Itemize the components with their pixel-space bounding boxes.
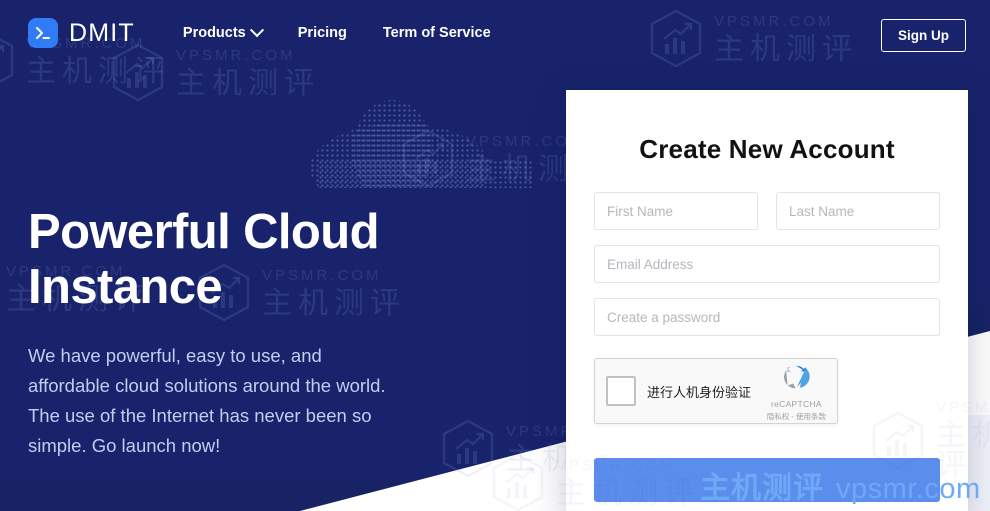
recaptcha-brand-name: reCAPTCHA [770, 398, 822, 409]
signup-form: 进行人机身份验证 reCAPTCHA 隐私权 - 使用条款 [566, 165, 968, 424]
sign-up-button[interactable]: Sign Up [881, 19, 966, 52]
password-input[interactable] [594, 298, 940, 336]
hero-title-line-1: Powerful Cloud [28, 205, 380, 259]
last-name-input[interactable] [776, 192, 940, 230]
brand-logo[interactable]: DMIT [28, 18, 135, 48]
name-row [594, 192, 940, 230]
hero-section: Powerful Cloud Instance We have powerful… [28, 205, 498, 461]
recaptcha-widget[interactable]: 进行人机身份验证 reCAPTCHA 隐私权 - 使用条款 [594, 358, 838, 424]
cloud-halftone-decoration-base [318, 160, 533, 188]
page-root: VPSMR.COM 主机测评 VPSMR.COM 主机测评 VPSMR.CO [0, 0, 990, 511]
hero-subtitle: We have powerful, easy to use, and affor… [28, 344, 386, 457]
nav-item-label: Products [182, 25, 246, 41]
brand-name: DMIT [69, 18, 135, 47]
recaptcha-checkbox[interactable] [606, 376, 636, 406]
create-account-submit-button[interactable] [594, 458, 940, 502]
email-input[interactable] [594, 245, 940, 283]
chevron-down-icon [249, 23, 264, 38]
recaptcha-label: 进行人机身份验证 [647, 384, 752, 400]
site-header: DMIT Products Pricing Term of Service Si… [0, 0, 990, 66]
signup-card-title: Create New Account [639, 134, 895, 164]
page-title: Powerful Cloud Instance [28, 205, 498, 315]
terminal-glyph-icon [36, 27, 50, 39]
recaptcha-branding: reCAPTCHA 隐私权 - 使用条款 [767, 362, 826, 421]
recaptcha-links[interactable]: 隐私权 - 使用条款 [767, 413, 826, 421]
main-navigation: Products Pricing Term of Service [182, 23, 491, 41]
nav-item-products[interactable]: Products [182, 23, 264, 41]
hero-title-line-2: Instance [28, 259, 223, 314]
nav-item-term-of-service[interactable]: Term of Service [383, 25, 491, 41]
first-name-input[interactable] [594, 192, 758, 230]
recaptcha-logo-icon [784, 365, 811, 389]
signup-card: Create New Account 进行人机身份验证 [566, 90, 968, 511]
nav-item-pricing[interactable]: Pricing [298, 25, 347, 41]
terminal-prompt-icon [28, 18, 58, 48]
